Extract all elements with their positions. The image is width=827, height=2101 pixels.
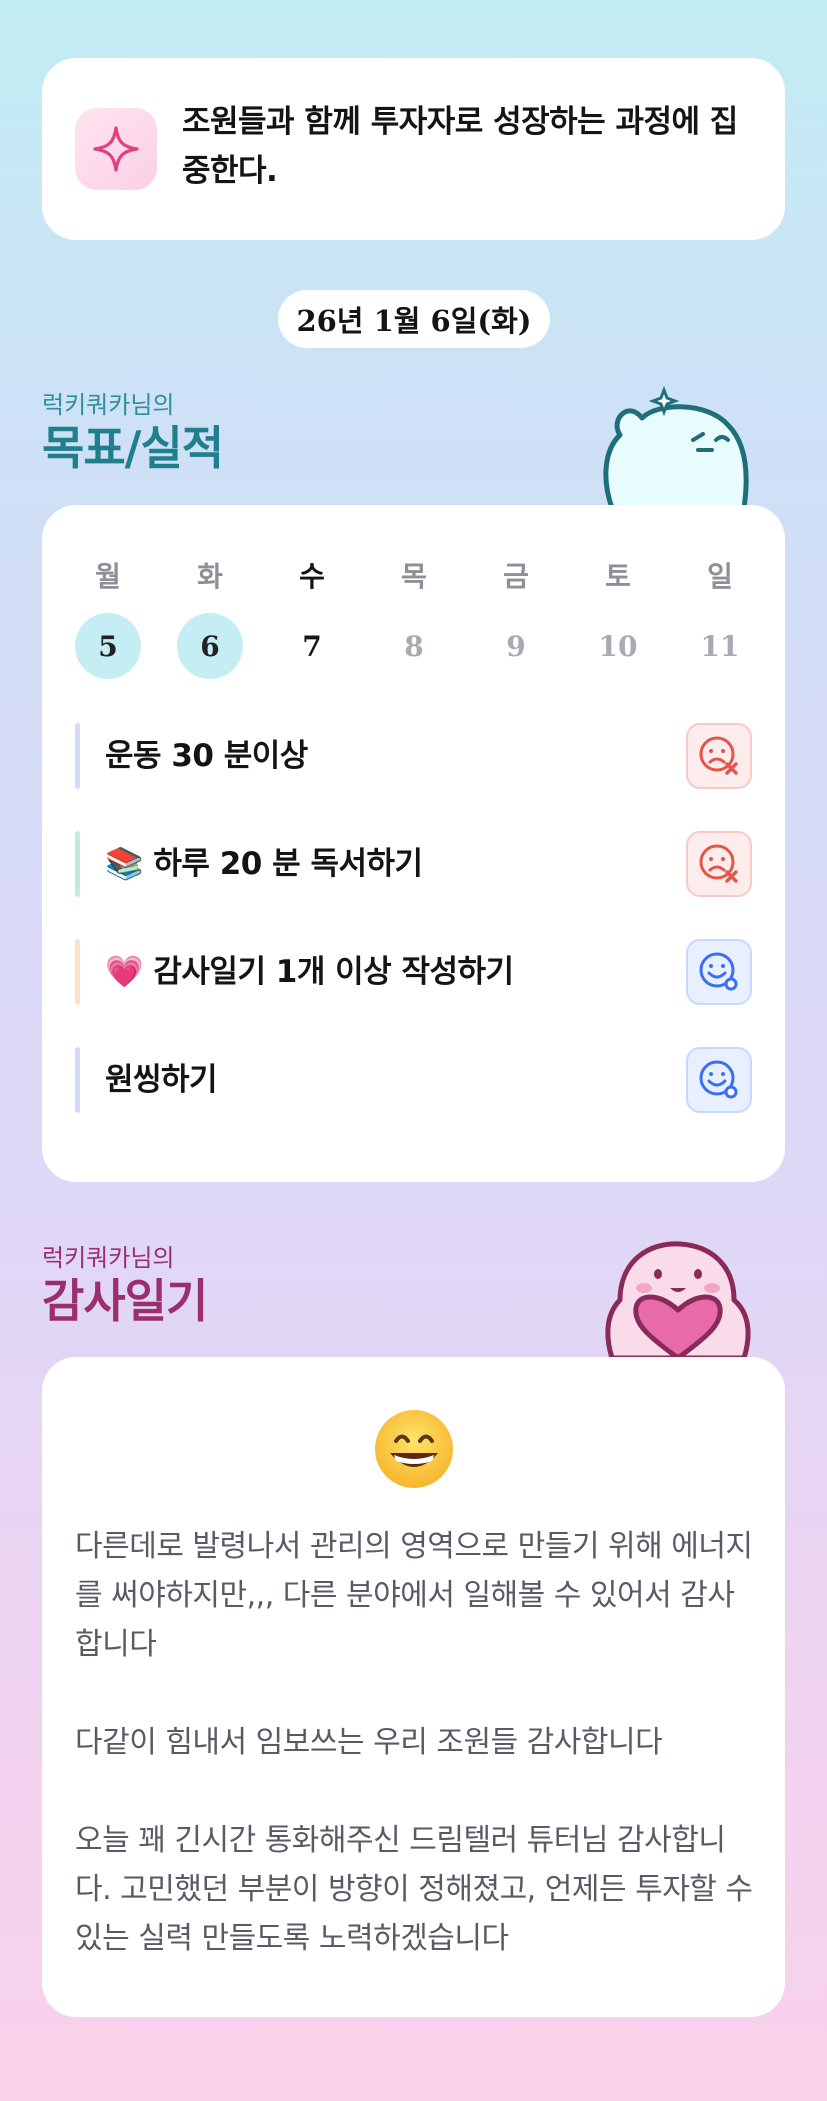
task-label: 원씽하기 <box>105 1062 218 1098</box>
task-color-bar <box>75 1047 80 1113</box>
date-pill[interactable]: 26년 1월 6일(화) <box>278 290 550 348</box>
goal-text: 조원들과 함께 투자자로 성장하는 과정에 집중한다. <box>182 104 738 189</box>
weekday-sat: 토 <box>605 560 631 593</box>
day-7[interactable]: 7 <box>279 613 345 679</box>
smile-face-check-icon[interactable] <box>686 1047 752 1113</box>
weekly-goals-card: 월 화 수 목 금 토 일 5 6 7 8 9 10 11 운동 30 분이상 … <box>42 505 785 1182</box>
weekday-fri: 금 <box>503 560 529 593</box>
sad-face-x-icon[interactable] <box>686 831 752 897</box>
quokka-mascot-icon <box>603 385 749 508</box>
task-item-onething[interactable]: 원씽하기 <box>75 1047 752 1113</box>
goals-section-title: 목표/실적 <box>42 421 224 475</box>
task-label: 운동 30 분이상 <box>105 738 308 774</box>
day-6[interactable]: 6 <box>177 613 243 679</box>
task-color-bar <box>75 939 80 1005</box>
quokka-heart-mascot-icon <box>605 1241 751 1358</box>
task-color-bar <box>75 723 80 789</box>
journal-text: 다른데로 발령나서 관리의 영역으로 만들기 위해 에너지를 써야하지만,,, … <box>75 1529 753 1956</box>
weekday-mon: 월 <box>95 560 121 593</box>
smile-face-check-icon[interactable] <box>686 939 752 1005</box>
weekday-sun: 일 <box>707 560 733 593</box>
day-10[interactable]: 10 <box>585 613 651 679</box>
sparkle-icon <box>75 108 157 190</box>
sad-face-x-icon[interactable] <box>686 723 752 789</box>
goal-card: 조원들과 함께 투자자로 성장하는 과정에 집중한다. <box>42 58 785 240</box>
weekday-wed: 수 <box>299 560 325 593</box>
task-item-gratitude[interactable]: 💗 감사일기 1개 이상 작성하기 <box>75 939 752 1005</box>
day-11[interactable]: 11 <box>687 613 753 679</box>
gratitude-journal-card: 다른데로 발령나서 관리의 영역으로 만들기 위해 에너지를 써야하지만,,, … <box>42 1357 785 2017</box>
weekday-tue: 화 <box>197 560 223 593</box>
journal-section-title: 감사일기 <box>42 1274 208 1328</box>
weekday-thu: 목 <box>401 560 427 593</box>
day-8[interactable]: 8 <box>381 613 447 679</box>
task-label: 📚 하루 20 분 독서하기 <box>105 846 423 882</box>
day-5[interactable]: 5 <box>75 613 141 679</box>
task-item-reading[interactable]: 📚 하루 20 분 독서하기 <box>75 831 752 897</box>
task-label: 💗 감사일기 1개 이상 작성하기 <box>105 954 514 990</box>
grinning-face-icon <box>375 1410 453 1488</box>
task-item-exercise[interactable]: 운동 30 분이상 <box>75 723 752 789</box>
task-color-bar <box>75 831 80 897</box>
day-9[interactable]: 9 <box>483 613 549 679</box>
